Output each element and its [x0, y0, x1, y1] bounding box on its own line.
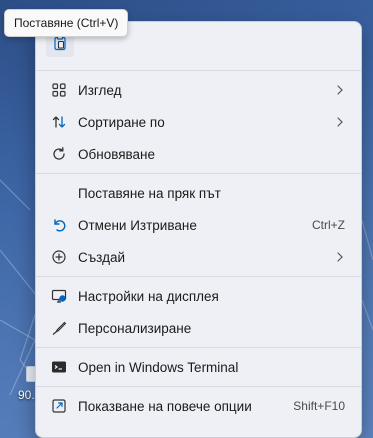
- menu-separator: [36, 173, 361, 174]
- grid-icon: [50, 81, 68, 99]
- menu-item-label: Поставяне на пряк път: [78, 185, 221, 201]
- menu-item-label: Отмени Изтриване: [78, 217, 197, 233]
- menu-item-label: Изглед: [78, 82, 122, 98]
- menu-separator: [36, 347, 361, 348]
- menu-item-label: Open in Windows Terminal: [78, 359, 239, 375]
- desktop-file-label[interactable]: 90.: [18, 388, 35, 402]
- menu-separator: [36, 70, 361, 71]
- undo-icon: [50, 216, 68, 234]
- display-icon: [50, 287, 68, 305]
- menu-item-1-2[interactable]: Създай: [36, 241, 361, 273]
- sort-icon: [50, 113, 68, 131]
- menu-separator: [36, 276, 361, 277]
- paste-tooltip: Поставяне (Ctrl+V): [4, 9, 129, 37]
- menu-item-4-0[interactable]: Показване на повече опции Shift+F10: [36, 390, 361, 422]
- menu-item-3-0[interactable]: Open in Windows Terminal: [36, 351, 361, 383]
- menu-item-label: Обновяване: [78, 146, 156, 162]
- menu-separator: [36, 386, 361, 387]
- context-menu: Изглед Сортиране по Обновяване Поставяне на…: [35, 21, 362, 438]
- terminal-icon: [50, 358, 68, 376]
- add-icon: [50, 248, 68, 266]
- menu-item-shortcut: Ctrl+Z: [312, 218, 345, 232]
- chevron-right-icon: [333, 115, 347, 129]
- menu-item-label: Персонализиране: [78, 320, 192, 336]
- chevron-right-icon: [333, 83, 347, 97]
- menu-item-2-1[interactable]: Персонализиране: [36, 312, 361, 344]
- menu-item-shortcut: Shift+F10: [293, 399, 345, 413]
- menu-item-0-1[interactable]: Сортиране по: [36, 106, 361, 138]
- refresh-icon: [50, 145, 68, 163]
- menu-item-label: Създай: [78, 249, 126, 265]
- more-options-icon: [50, 397, 68, 415]
- chevron-right-icon: [333, 250, 347, 264]
- brush-icon: [50, 319, 68, 337]
- menu-item-label: Настройки на дисплея: [78, 288, 219, 304]
- menu-item-1-0[interactable]: Поставяне на пряк път: [36, 177, 361, 209]
- menu-item-0-2[interactable]: Обновяване: [36, 138, 361, 170]
- paste-icon: [54, 35, 66, 51]
- menu-item-1-1[interactable]: Отмени Изтриване Ctrl+Z: [36, 209, 361, 241]
- menu-item-2-0[interactable]: Настройки на дисплея: [36, 280, 361, 312]
- menu-item-label: Показване на повече опции: [78, 398, 252, 414]
- menu-item-label: Сортиране по: [78, 114, 165, 130]
- menu-item-0-0[interactable]: Изглед: [36, 74, 361, 106]
